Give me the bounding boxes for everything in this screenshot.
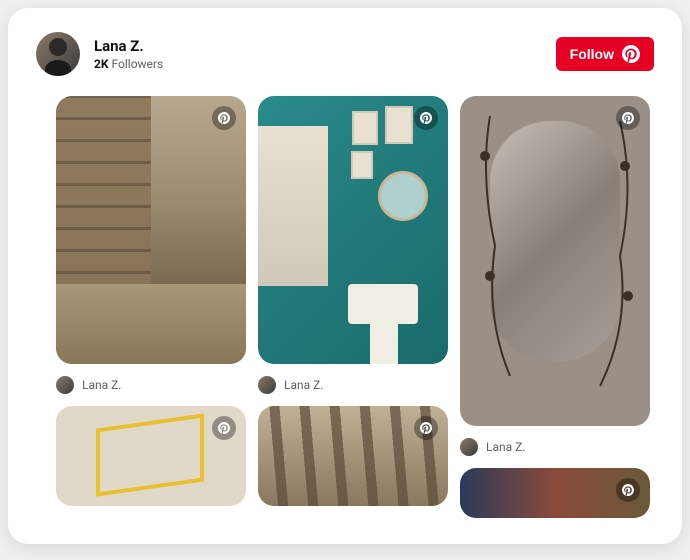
author-name: Lana Z. (284, 378, 323, 392)
pin-attribution[interactable]: Lana Z. (258, 376, 323, 394)
profile-header: Lana Z. 2K Followers Follow (36, 32, 654, 76)
pinterest-badge-icon[interactable] (212, 106, 236, 130)
pinterest-badge-icon[interactable] (616, 106, 640, 130)
author-name: Lana Z. (82, 378, 121, 392)
author-avatar-icon (56, 376, 74, 394)
pin-item[interactable] (56, 406, 246, 506)
follow-button[interactable]: Follow (556, 37, 654, 71)
pin-item[interactable] (258, 96, 448, 364)
pinterest-icon (622, 45, 640, 63)
pin-item[interactable] (56, 96, 246, 364)
pin-grid: Lana Z. Lana Z. Lana Z. (36, 96, 654, 516)
pin-item[interactable] (258, 406, 448, 506)
pinterest-badge-icon[interactable] (414, 416, 438, 440)
follower-number: 2K (94, 57, 109, 71)
pin-item[interactable] (460, 96, 650, 426)
profile-name: Lana Z. (94, 37, 163, 55)
pinterest-badge-icon[interactable] (616, 478, 640, 502)
follower-count: 2K Followers (94, 57, 163, 71)
follow-button-label: Follow (570, 46, 614, 62)
pinterest-badge-icon[interactable] (212, 416, 236, 440)
author-avatar-icon (460, 438, 478, 456)
profile-info: Lana Z. 2K Followers (94, 37, 163, 71)
author-name: Lana Z. (486, 440, 525, 454)
pinterest-badge-icon[interactable] (414, 106, 438, 130)
author-avatar-icon (258, 376, 276, 394)
profile-card: Lana Z. 2K Followers Follow (8, 8, 682, 544)
profile-avatar[interactable] (36, 32, 80, 76)
follower-label: Followers (112, 57, 164, 71)
pin-item[interactable] (460, 468, 650, 518)
profile-identity[interactable]: Lana Z. 2K Followers (36, 32, 163, 76)
decorative-branches (460, 96, 650, 426)
pin-attribution[interactable]: Lana Z. (460, 438, 525, 456)
pin-attribution[interactable]: Lana Z. (56, 376, 121, 394)
